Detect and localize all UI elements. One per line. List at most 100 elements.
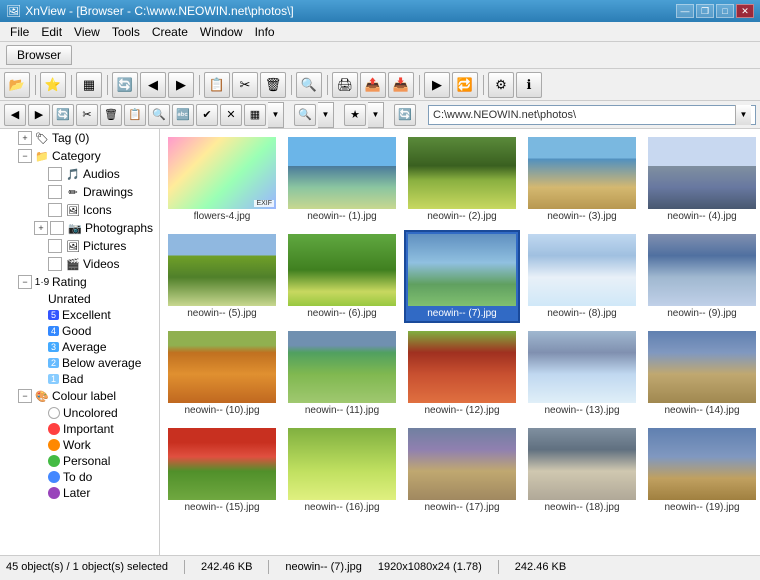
search-button[interactable]: 🔍 <box>294 104 316 126</box>
import-button[interactable]: 📥 <box>388 72 414 98</box>
expand-category[interactable]: − <box>18 149 32 163</box>
image-cell-13[interactable]: neowin-- (13).jpg <box>524 327 640 420</box>
menu-window[interactable]: Window <box>194 23 249 41</box>
image-cell-12[interactable]: neowin-- (12).jpg <box>404 327 520 420</box>
back-button[interactable]: ◀ <box>140 72 166 98</box>
menu-file[interactable]: File <box>4 23 35 41</box>
image-cell-9[interactable]: neowin-- (9).jpg <box>644 230 760 323</box>
grid-view-button[interactable]: ▦ <box>244 104 266 126</box>
view-thumbs-button[interactable]: ▦ <box>76 72 102 98</box>
zoom-in-button[interactable]: 🔍 <box>296 72 322 98</box>
sidebar-toggle-button[interactable]: 📂 <box>4 72 30 98</box>
image-cell-14[interactable]: neowin-- (14).jpg <box>644 327 760 420</box>
app-restore-button[interactable]: ❐ <box>696 4 714 18</box>
app-max-button[interactable]: □ <box>716 4 734 18</box>
app-close-button[interactable]: ✕ <box>736 4 754 18</box>
image-cell-6[interactable]: neowin-- (6).jpg <box>284 230 400 323</box>
filter-button[interactable]: 🔍 <box>148 104 170 126</box>
image-cell-15[interactable]: neowin-- (15).jpg <box>164 424 280 517</box>
sidebar-item-excellent[interactable]: 5 Excellent <box>0 307 159 323</box>
checkbox-videos[interactable] <box>48 257 62 271</box>
menu-create[interactable]: Create <box>146 23 194 41</box>
nav-delete-button[interactable]: 🗑 <box>100 104 122 126</box>
checkbox-photographs[interactable] <box>50 221 64 235</box>
sidebar-item-average[interactable]: 3 Average <box>0 339 159 355</box>
nav-cut-button[interactable]: ✂ <box>76 104 98 126</box>
expand-colour[interactable]: − <box>18 389 32 403</box>
view-dropdown[interactable]: ▼ <box>268 102 284 128</box>
sidebar-item-good[interactable]: 4 Good <box>0 323 159 339</box>
nav-forward-button[interactable]: ▶ <box>28 104 50 126</box>
favorites-button[interactable]: ★ <box>344 104 366 126</box>
expand-tag[interactable]: + <box>18 131 32 145</box>
sidebar-item-todo[interactable]: To do <box>0 469 159 485</box>
nav-copy-button[interactable]: 📋 <box>124 104 146 126</box>
sidebar-item-drawings[interactable]: ✏ Drawings <box>0 183 159 201</box>
sidebar-item-uncolored[interactable]: Uncolored <box>0 405 159 421</box>
image-cell-11[interactable]: neowin-- (11).jpg <box>284 327 400 420</box>
sidebar-item-unrated[interactable]: Unrated <box>0 291 159 307</box>
image-cell-4[interactable]: neowin-- (4).jpg <box>644 133 760 226</box>
checkbox-drawings[interactable] <box>48 185 62 199</box>
sort-button[interactable]: 🔤 <box>172 104 194 126</box>
expand-photographs[interactable]: + <box>34 221 48 235</box>
sidebar-item-videos[interactable]: 🎬 Videos <box>0 255 159 273</box>
print-button[interactable]: 🖨 <box>332 72 358 98</box>
sidebar-item-bad[interactable]: 1 Bad <box>0 371 159 387</box>
menu-info[interactable]: Info <box>249 23 281 41</box>
menu-edit[interactable]: Edit <box>35 23 68 41</box>
sidebar-item-below-average[interactable]: 2 Below average <box>0 355 159 371</box>
sidebar-item-personal[interactable]: Personal <box>0 453 159 469</box>
checkbox-audios[interactable] <box>48 167 62 181</box>
settings-button[interactable]: ⚙ <box>488 72 514 98</box>
image-cell-7[interactable]: neowin-- (7).jpg <box>404 230 520 323</box>
nav-up-button[interactable]: 🔄 <box>52 104 74 126</box>
refresh2-button[interactable]: 🔄 <box>394 104 416 126</box>
sidebar-item-work[interactable]: Work <box>0 437 159 453</box>
image-cell-17[interactable]: neowin-- (17).jpg <box>404 424 520 517</box>
image-cell-1[interactable]: neowin-- (1).jpg <box>284 133 400 226</box>
browser-tab[interactable]: Browser <box>6 45 72 65</box>
refresh-button[interactable]: 🔄 <box>112 72 138 98</box>
info-button[interactable]: ℹ <box>516 72 542 98</box>
sidebar-item-icons[interactable]: 🖼 Icons <box>0 201 159 219</box>
checkbox-icons[interactable] <box>48 203 62 217</box>
image-cell-2[interactable]: neowin-- (2).jpg <box>404 133 520 226</box>
sidebar-item-important[interactable]: Important <box>0 421 159 437</box>
cut-button[interactable]: ✂ <box>232 72 258 98</box>
sidebar-item-later[interactable]: Later <box>0 485 159 501</box>
nav-back-button[interactable]: ◀ <box>4 104 26 126</box>
add-favorite-button[interactable]: ⭐ <box>40 72 66 98</box>
sidebar-item-rating[interactable]: − 1·9 Rating <box>0 273 159 291</box>
select-all-button[interactable]: ✔ <box>196 104 218 126</box>
image-cell-5[interactable]: neowin-- (5).jpg <box>164 230 280 323</box>
image-cell-19[interactable]: neowin-- (19).jpg <box>644 424 760 517</box>
copy-button[interactable]: 📋 <box>204 72 230 98</box>
delete-button[interactable]: 🗑 <box>260 72 286 98</box>
sidebar-item-audios[interactable]: 🎵 Audios <box>0 165 159 183</box>
image-cell-16[interactable]: neowin-- (16).jpg <box>284 424 400 517</box>
deselect-button[interactable]: ✕ <box>220 104 242 126</box>
image-cell-8[interactable]: neowin-- (8).jpg <box>524 230 640 323</box>
export-button[interactable]: 📤 <box>360 72 386 98</box>
app-min-button[interactable]: — <box>676 4 694 18</box>
checkbox-pictures[interactable] <box>48 239 62 253</box>
sidebar-item-photographs[interactable]: + 📷 Photographs <box>0 219 159 237</box>
address-bar[interactable]: C:\www.NEOWIN.net\photos\ ▼ <box>428 105 756 125</box>
image-cell-0[interactable]: EXIFflowers-4.jpg <box>164 133 280 226</box>
sidebar-item-tag[interactable]: + 🏷 Tag (0) <box>0 129 159 147</box>
menu-view[interactable]: View <box>68 23 106 41</box>
sidebar-item-category[interactable]: − 📁 Category <box>0 147 159 165</box>
sidebar-item-colour[interactable]: − 🎨 Colour label <box>0 387 159 405</box>
expand-rating[interactable]: − <box>18 275 32 289</box>
image-cell-10[interactable]: neowin-- (10).jpg <box>164 327 280 420</box>
favorites-dropdown[interactable]: ▼ <box>368 102 384 128</box>
image-cell-18[interactable]: neowin-- (18).jpg <box>524 424 640 517</box>
slideshow-button[interactable]: ▶ <box>424 72 450 98</box>
forward-button[interactable]: ▶ <box>168 72 194 98</box>
convert-button[interactable]: 🔁 <box>452 72 478 98</box>
address-dropdown[interactable]: ▼ <box>735 105 751 125</box>
sidebar-item-pictures[interactable]: 🖼 Pictures <box>0 237 159 255</box>
image-cell-3[interactable]: neowin-- (3).jpg <box>524 133 640 226</box>
search-dropdown[interactable]: ▼ <box>318 102 334 128</box>
